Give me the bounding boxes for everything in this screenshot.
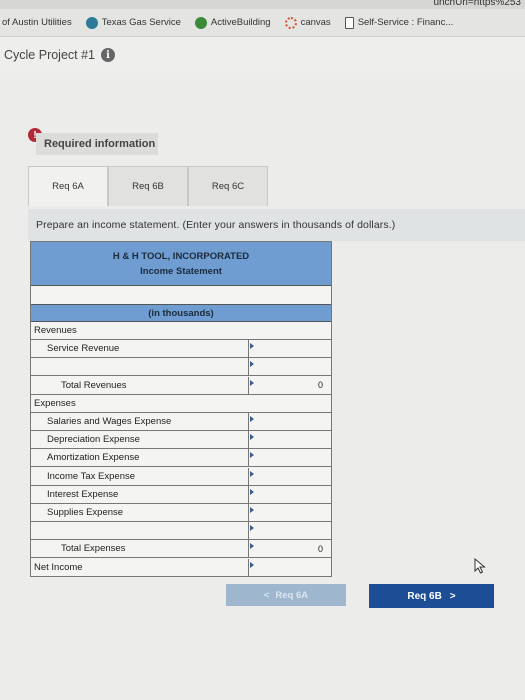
document-icon <box>344 16 354 29</box>
url-text: unchUrl=https%253 <box>433 0 521 8</box>
amount-input[interactable] <box>249 358 327 375</box>
statement-row <box>31 358 331 377</box>
row-label: Total Revenues <box>31 376 249 394</box>
amount-input[interactable] <box>249 431 327 448</box>
account-input[interactable] <box>31 522 249 540</box>
statement-header: H & H TOOL, INCORPORATED Income Statemen… <box>31 242 331 286</box>
chevron-right-icon: > <box>449 590 456 602</box>
row-label: Supplies Expense <box>31 504 249 521</box>
row-label: Total Expenses <box>31 540 249 558</box>
bookmark-texas-gas[interactable]: Texas Gas Service <box>85 16 181 29</box>
row-label: Interest Expense <box>31 485 249 503</box>
bookmark-activebuilding[interactable]: ActiveBuilding <box>194 16 271 29</box>
amount-input[interactable] <box>249 522 327 539</box>
mouse-cursor-icon <box>474 558 486 574</box>
amount-input[interactable] <box>249 340 327 357</box>
statement-row: Net Income <box>31 558 331 577</box>
income-statement-table: H & H TOOL, INCORPORATED Income Statemen… <box>30 241 332 577</box>
row-label: Income Tax Expense <box>31 467 249 485</box>
required-info-heading: Required information <box>36 133 158 155</box>
chevron-left-icon: < <box>263 589 270 601</box>
globe-icon <box>194 16 207 29</box>
blank-row <box>31 286 331 304</box>
row-label: Net Income <box>31 558 249 576</box>
row-label: Salaries and Wages Expense <box>31 413 249 430</box>
next-button-label: Req 6B <box>407 590 442 602</box>
bookmark-austin-utilities[interactable]: of Austin Utilities <box>2 17 72 28</box>
bookmark-canvas[interactable]: canvas <box>284 16 331 29</box>
row-label: Amortization Expense <box>31 449 249 467</box>
statement-row: Supplies Expense <box>31 504 331 522</box>
amount-input[interactable] <box>249 449 327 466</box>
flame-icon <box>85 16 98 29</box>
amount-input[interactable]: 0 <box>249 377 327 394</box>
row-label: Expenses <box>34 397 76 409</box>
unit-label: (in thousands) <box>31 304 331 322</box>
address-bar[interactable]: unchUrl=https%253 <box>0 0 525 9</box>
row-label: Revenues <box>34 325 77 336</box>
tab-req-6b[interactable]: Req 6B <box>108 166 188 206</box>
amount-input[interactable] <box>249 504 327 521</box>
tab-req-6a[interactable]: Req 6A <box>28 166 108 206</box>
prev-requirement-button[interactable]: < Req 6A <box>226 584 346 606</box>
amount-input[interactable] <box>249 413 327 430</box>
statement-row: Interest Expense <box>31 485 331 504</box>
statement-row: Amortization Expense <box>31 449 331 468</box>
bookmark-self-service[interactable]: Self-Service : Financ... <box>344 16 453 29</box>
tab-req-6c[interactable]: Req 6C <box>188 166 268 206</box>
statement-row: Total Revenues 0 <box>31 376 331 395</box>
statement-row: Service Revenue <box>31 340 331 359</box>
next-requirement-button[interactable]: Req 6B > <box>369 584 494 608</box>
canvas-icon <box>284 16 297 29</box>
row-label: Service Revenue <box>31 340 249 358</box>
instructions: Prepare an income statement. (Enter your… <box>28 209 525 241</box>
page-title: Cycle Project #1 <box>4 48 96 62</box>
statement-row: Income Tax Expense <box>31 467 331 486</box>
amount-input[interactable]: 0 <box>249 540 327 557</box>
statement-row: Revenues <box>31 322 331 340</box>
prev-button-label: Req 6A <box>275 589 309 601</box>
amount-input[interactable] <box>249 559 327 576</box>
statement-row: Expenses <box>31 395 331 413</box>
requirement-tabs: Req 6A Req 6B Req 6C <box>28 166 268 206</box>
bookmarks-bar: of Austin Utilities Texas Gas Service Ac… <box>0 9 525 37</box>
info-icon[interactable]: i <box>101 48 116 62</box>
amount-input[interactable] <box>249 486 327 503</box>
amount-input[interactable] <box>249 468 327 485</box>
row-label: Depreciation Expense <box>31 431 249 449</box>
statement-row: Salaries and Wages Expense <box>31 413 331 431</box>
statement-row: Depreciation Expense <box>31 431 331 450</box>
statement-row: Total Expenses 0 <box>31 540 331 559</box>
statement-title: Income Statement <box>140 265 222 277</box>
assignment-header: Cycle Project #1 i <box>0 37 525 73</box>
company-name: H & H TOOL, INCORPORATED <box>112 250 250 262</box>
account-input[interactable] <box>31 358 249 376</box>
statement-row <box>31 522 331 541</box>
